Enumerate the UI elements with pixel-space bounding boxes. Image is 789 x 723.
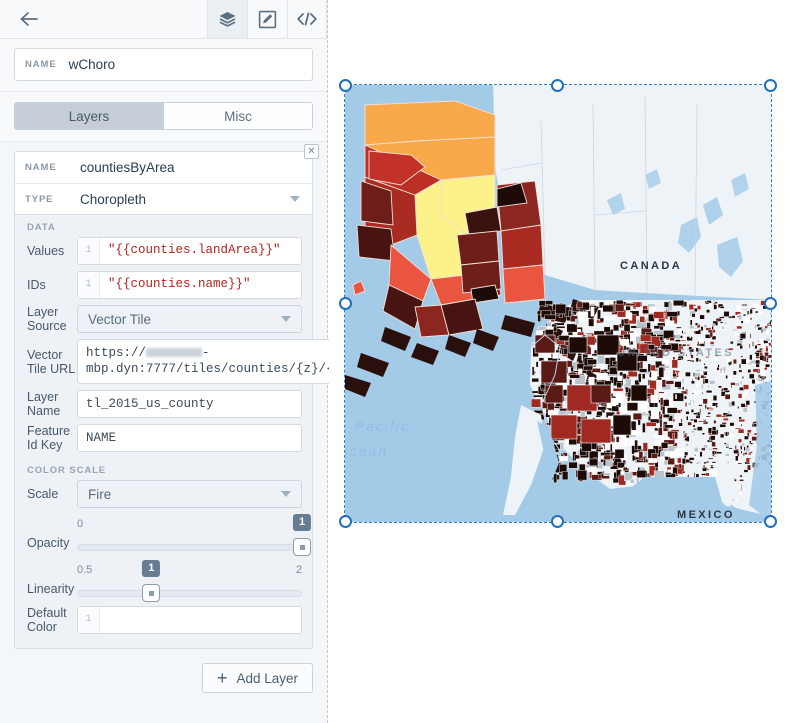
opacity-slider[interactable]: 0 1 1 xyxy=(77,514,312,558)
add-layer-button[interactable]: + Add Layer xyxy=(201,663,313,693)
chevron-down-icon[interactable] xyxy=(290,196,300,202)
widget-name-field[interactable]: NAME wChoro xyxy=(14,48,313,81)
linearity-slider[interactable]: 0.5 2 1 xyxy=(77,560,302,604)
layer-source-label: Layer Source xyxy=(27,305,67,333)
layer-type-value: Choropleth xyxy=(80,191,147,207)
opacity-handle[interactable] xyxy=(293,538,311,556)
panel-tabs: Layers Misc xyxy=(0,92,327,142)
scale-select[interactable]: Fire xyxy=(77,480,302,508)
layer-name-row[interactable]: NAME countiesByArea xyxy=(15,152,312,183)
layer-name-input[interactable]: tl_2015_us_county xyxy=(77,390,302,418)
values-label: Values xyxy=(27,244,65,258)
plus-icon: + xyxy=(216,668,228,688)
resize-handle-top-right[interactable] xyxy=(764,79,777,92)
close-icon[interactable]: ✕ xyxy=(304,144,319,159)
opacity-range: 0 1 xyxy=(77,518,302,530)
default-color-row: Default Color 1 xyxy=(15,606,312,640)
default-color-label: Default Color xyxy=(27,606,67,634)
add-layer-label: Add Layer xyxy=(236,670,298,686)
opacity-min: 0 xyxy=(77,518,84,530)
resize-handle-top-center[interactable] xyxy=(551,79,564,92)
resize-handle-bottom-left[interactable] xyxy=(339,515,352,528)
linearity-row: Linearity 0.5 2 1 xyxy=(15,560,312,606)
ids-code: "{{counties.name}}" xyxy=(108,277,251,291)
opacity-label: Opacity xyxy=(27,536,70,550)
feature-id-key-row: Feature Id Key NAME xyxy=(15,424,312,458)
ids-gutter: 1 xyxy=(78,272,100,298)
linearity-range: 0.5 2 xyxy=(77,564,302,576)
edit-icon[interactable] xyxy=(247,0,287,38)
resize-handle-bottom-right[interactable] xyxy=(764,515,777,528)
layer-header-block: NAME countiesByArea TYPE Choropleth xyxy=(14,151,313,215)
widget-name-label: NAME xyxy=(25,59,57,70)
linearity-max: 2 xyxy=(295,564,302,576)
ids-row: IDs 1 "{{counties.name}}" xyxy=(15,271,312,305)
layer-editor-panel: NAME wChoro Layers Misc ✕ NAME countiesB… xyxy=(0,0,418,723)
code-icon[interactable] xyxy=(287,0,327,38)
layer-name-value: countiesByArea xyxy=(80,160,175,175)
chevron-down-icon xyxy=(281,491,291,497)
resize-handle-middle-right[interactable] xyxy=(764,297,777,310)
chevron-down-icon xyxy=(281,316,291,322)
scale-value: Fire xyxy=(88,486,112,502)
scale-label: Scale xyxy=(27,487,59,501)
linearity-track[interactable] xyxy=(77,590,302,597)
layer-name-field-label: Layer Name xyxy=(27,390,61,418)
map-widget[interactable]: CANADA UNITED STATES MEXICO h Pacific Oc… xyxy=(344,84,772,523)
values-row: Values 1 "{{counties.landArea}}" xyxy=(15,237,312,271)
resize-handle-middle-left[interactable] xyxy=(339,297,352,310)
opacity-track[interactable] xyxy=(77,544,302,551)
tab-layers[interactable]: Layers xyxy=(14,102,164,130)
widget-name-value: wChoro xyxy=(68,57,116,72)
data-section-label: DATA xyxy=(27,222,56,233)
app-root: NAME wChoro Layers Misc ✕ NAME countiesB… xyxy=(0,0,789,723)
feature-id-key-label: Feature Id Key xyxy=(27,424,71,452)
resize-handle-top-left[interactable] xyxy=(339,79,352,92)
layer-type-label: TYPE xyxy=(25,193,54,205)
linearity-value-bubble: 1 xyxy=(142,560,161,577)
ids-input[interactable]: 1 "{{counties.name}}" xyxy=(77,271,302,299)
resize-handle-bottom-center[interactable] xyxy=(551,515,564,528)
back-arrow-icon[interactable] xyxy=(0,0,60,38)
vector-tile-url-label: Vector Tile URL xyxy=(27,347,76,376)
layer-source-select[interactable]: Vector Tile xyxy=(77,305,302,333)
default-color-input[interactable]: 1 xyxy=(77,606,302,634)
tab-misc[interactable]: Misc xyxy=(164,102,313,130)
map-canvas xyxy=(345,85,771,522)
layer-type-row[interactable]: TYPE Choropleth xyxy=(15,183,312,214)
color-scale-section-label: COLOR SCALE xyxy=(27,465,107,476)
scale-row: Scale Fire xyxy=(15,480,312,514)
layer-source-row: Layer Source Vector Tile xyxy=(15,305,312,339)
layer-name-field-row: Layer Name tl_2015_us_county xyxy=(15,390,312,424)
feature-id-key-input[interactable]: NAME xyxy=(77,424,302,452)
layer-card: ✕ NAME countiesByArea TYPE Choropleth DA… xyxy=(14,144,418,649)
layer-name-label: NAME xyxy=(25,162,57,173)
map-stage: CANADA UNITED STATES MEXICO h Pacific Oc… xyxy=(329,0,789,723)
layer-source-value: Vector Tile xyxy=(88,311,152,327)
vector-tile-url-prefix: https:// xyxy=(86,346,147,360)
layer-list: ✕ NAME countiesByArea TYPE Choropleth DA… xyxy=(0,142,418,649)
vector-tile-url-row: Vector Tile URL https://-mbp.dyn:7777/ti… xyxy=(15,339,418,390)
redacted-host xyxy=(146,348,203,358)
layers-icon[interactable] xyxy=(207,0,247,38)
values-gutter: 1 xyxy=(78,238,100,264)
linearity-min: 0.5 xyxy=(77,564,93,576)
linearity-label: Linearity xyxy=(27,582,75,596)
default-color-gutter: 1 xyxy=(78,607,100,633)
panel-toolbar xyxy=(0,0,327,39)
default-color-code xyxy=(100,607,114,633)
widget-name-row: NAME wChoro xyxy=(0,39,327,92)
values-input[interactable]: 1 "{{counties.landArea}}" xyxy=(77,237,302,265)
ids-label: IDs xyxy=(27,278,46,292)
opacity-row: Opacity 0 1 1 xyxy=(15,514,312,560)
linearity-handle[interactable] xyxy=(142,584,161,602)
add-layer-bar: + Add Layer xyxy=(0,649,327,693)
values-code: "{{counties.landArea}}" xyxy=(108,243,281,257)
opacity-value-bubble: 1 xyxy=(292,514,312,531)
